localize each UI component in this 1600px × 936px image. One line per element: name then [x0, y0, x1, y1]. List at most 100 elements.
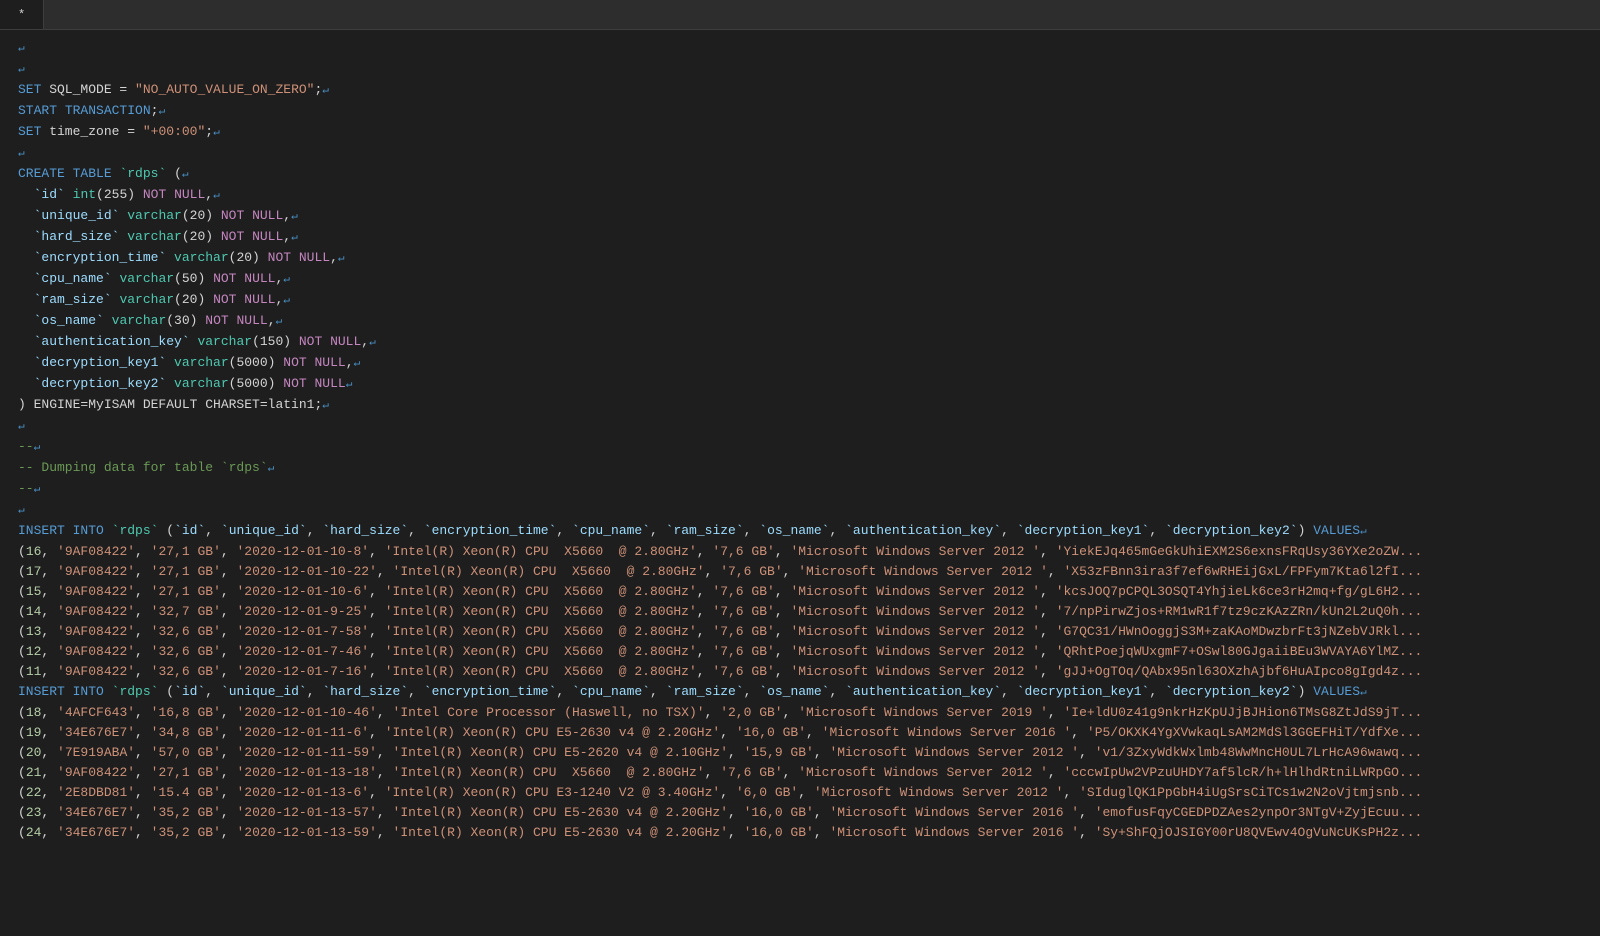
line-gutter: [0, 642, 10, 662]
line-content: INSERT INTO `rdps` (`id`, `unique_id`, `…: [10, 682, 1600, 703]
code-line: ↵: [0, 500, 1600, 521]
code-line: -- Dumping data for table `rdps`↵: [0, 458, 1600, 479]
code-line: (11, '9AF08422', '32,6 GB', '2020-12-01-…: [0, 662, 1600, 682]
line-content: `cpu_name` varchar(50) NOT NULL,↵: [10, 269, 1600, 290]
line-content: (23, '34E676E7', '35,2 GB', '2020-12-01-…: [10, 803, 1600, 823]
code-line: `id` int(255) NOT NULL,↵: [0, 185, 1600, 206]
line-gutter: [0, 723, 10, 743]
line-content: `decryption_key1` varchar(5000) NOT NULL…: [10, 353, 1600, 374]
line-gutter: [0, 703, 10, 723]
line-gutter: [0, 479, 10, 500]
line-content: (12, '9AF08422', '32,6 GB', '2020-12-01-…: [10, 642, 1600, 662]
line-content: (14, '9AF08422', '32,7 GB', '2020-12-01-…: [10, 602, 1600, 622]
line-gutter: [0, 143, 10, 164]
code-line: (24, '34E676E7', '35,2 GB', '2020-12-01-…: [0, 823, 1600, 843]
line-gutter: [0, 416, 10, 437]
code-line: CREATE TABLE `rdps` (↵: [0, 164, 1600, 185]
line-gutter: [0, 662, 10, 682]
line-content: ↵: [10, 59, 1600, 80]
line-content: SET time_zone = "+00:00";↵: [10, 122, 1600, 143]
line-gutter: [0, 122, 10, 143]
line-gutter: [0, 290, 10, 311]
code-line: `hard_size` varchar(20) NOT NULL,↵: [0, 227, 1600, 248]
line-gutter: [0, 80, 10, 101]
code-line: INSERT INTO `rdps` (`id`, `unique_id`, `…: [0, 682, 1600, 703]
line-gutter: [0, 803, 10, 823]
line-gutter: [0, 248, 10, 269]
line-content: SET SQL_MODE = "NO_AUTO_VALUE_ON_ZERO";↵: [10, 80, 1600, 101]
line-content: (22, '2E8DBD81', '15.4 GB', '2020-12-01-…: [10, 783, 1600, 803]
line-gutter: [0, 783, 10, 803]
line-content: (11, '9AF08422', '32,6 GB', '2020-12-01-…: [10, 662, 1600, 682]
code-line: `encryption_time` varchar(20) NOT NULL,↵: [0, 248, 1600, 269]
code-line: `ram_size` varchar(20) NOT NULL,↵: [0, 290, 1600, 311]
line-gutter: [0, 763, 10, 783]
code-line: START TRANSACTION;↵: [0, 101, 1600, 122]
code-line: (18, '4AFCF643', '16,8 GB', '2020-12-01-…: [0, 703, 1600, 723]
code-line: ↵: [0, 416, 1600, 437]
line-content: --↵: [10, 437, 1600, 458]
code-line: (12, '9AF08422', '32,6 GB', '2020-12-01-…: [0, 642, 1600, 662]
code-line: (15, '9AF08422', '27,1 GB', '2020-12-01-…: [0, 582, 1600, 602]
line-content: -- Dumping data for table `rdps`↵: [10, 458, 1600, 479]
line-gutter: [0, 101, 10, 122]
code-line: ↵: [0, 38, 1600, 59]
tab-db-sql[interactable]: *: [0, 0, 44, 29]
line-content: `encryption_time` varchar(20) NOT NULL,↵: [10, 248, 1600, 269]
line-gutter: [0, 602, 10, 622]
line-content: (15, '9AF08422', '27,1 GB', '2020-12-01-…: [10, 582, 1600, 602]
line-content: ↵: [10, 416, 1600, 437]
code-line: `authentication_key` varchar(150) NOT NU…: [0, 332, 1600, 353]
line-gutter: [0, 227, 10, 248]
line-content: `ram_size` varchar(20) NOT NULL,↵: [10, 290, 1600, 311]
code-line: ↵: [0, 143, 1600, 164]
line-content: (20, '7E919ABA', '57,0 GB', '2020-12-01-…: [10, 743, 1600, 763]
line-content: ↵: [10, 500, 1600, 521]
line-gutter: [0, 562, 10, 582]
line-gutter: [0, 823, 10, 843]
line-gutter: [0, 38, 10, 59]
line-content: (18, '4AFCF643', '16,8 GB', '2020-12-01-…: [10, 703, 1600, 723]
line-gutter: [0, 743, 10, 763]
code-line: `cpu_name` varchar(50) NOT NULL,↵: [0, 269, 1600, 290]
line-gutter: [0, 164, 10, 185]
line-gutter: [0, 311, 10, 332]
line-content: (24, '34E676E7', '35,2 GB', '2020-12-01-…: [10, 823, 1600, 843]
code-line: INSERT INTO `rdps` (`id`, `unique_id`, `…: [0, 521, 1600, 542]
line-content: (13, '9AF08422', '32,6 GB', '2020-12-01-…: [10, 622, 1600, 642]
code-line: `unique_id` varchar(20) NOT NULL,↵: [0, 206, 1600, 227]
line-content: `os_name` varchar(30) NOT NULL,↵: [10, 311, 1600, 332]
line-content: INSERT INTO `rdps` (`id`, `unique_id`, `…: [10, 521, 1600, 542]
code-line: (23, '34E676E7', '35,2 GB', '2020-12-01-…: [0, 803, 1600, 823]
line-gutter: [0, 374, 10, 395]
code-line: (19, '34E676E7', '34,8 GB', '2020-12-01-…: [0, 723, 1600, 743]
line-content: (21, '9AF08422', '27,1 GB', '2020-12-01-…: [10, 763, 1600, 783]
code-line: --↵: [0, 479, 1600, 500]
tab-modified: *: [18, 8, 25, 22]
code-line: --↵: [0, 437, 1600, 458]
line-gutter: [0, 206, 10, 227]
line-gutter: [0, 59, 10, 80]
code-line: (14, '9AF08422', '32,7 GB', '2020-12-01-…: [0, 602, 1600, 622]
editor-container: ↵↵SET SQL_MODE = "NO_AUTO_VALUE_ON_ZERO"…: [0, 30, 1600, 936]
line-gutter: [0, 185, 10, 206]
line-content: (16, '9AF08422', '27,1 GB', '2020-12-01-…: [10, 542, 1600, 562]
line-content: ↵: [10, 143, 1600, 164]
code-line: (21, '9AF08422', '27,1 GB', '2020-12-01-…: [0, 763, 1600, 783]
line-gutter: [0, 542, 10, 562]
code-line: SET time_zone = "+00:00";↵: [0, 122, 1600, 143]
code-line: `decryption_key1` varchar(5000) NOT NULL…: [0, 353, 1600, 374]
code-line: (20, '7E919ABA', '57,0 GB', '2020-12-01-…: [0, 743, 1600, 763]
line-gutter: [0, 353, 10, 374]
line-gutter: [0, 437, 10, 458]
line-content: `hard_size` varchar(20) NOT NULL,↵: [10, 227, 1600, 248]
line-gutter: [0, 622, 10, 642]
line-content: --↵: [10, 479, 1600, 500]
line-gutter: [0, 500, 10, 521]
line-content: `id` int(255) NOT NULL,↵: [10, 185, 1600, 206]
code-line: `decryption_key2` varchar(5000) NOT NULL…: [0, 374, 1600, 395]
line-content: `decryption_key2` varchar(5000) NOT NULL…: [10, 374, 1600, 395]
line-gutter: [0, 395, 10, 416]
line-content: ↵: [10, 38, 1600, 59]
line-content: (17, '9AF08422', '27,1 GB', '2020-12-01-…: [10, 562, 1600, 582]
